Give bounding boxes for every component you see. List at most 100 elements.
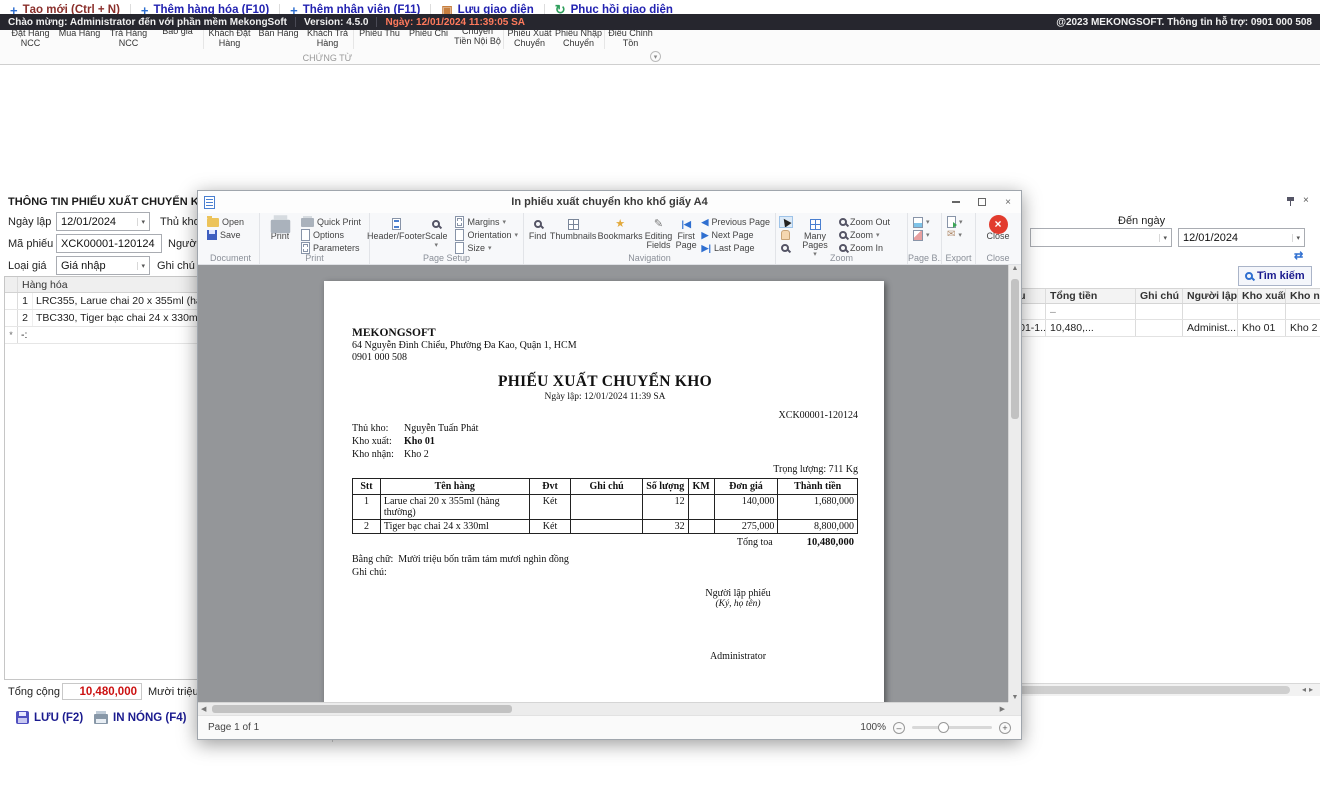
- ngay-lap-input[interactable]: 12/01/2024▾: [56, 212, 150, 231]
- scale-button[interactable]: Scale▾: [421, 216, 451, 249]
- loai-gia-select[interactable]: Giá nhập▾: [56, 256, 150, 275]
- zoom-out-button[interactable]: Zoom Out: [837, 216, 892, 228]
- ma-phieu-input[interactable]: XCK00001-120124: [56, 234, 162, 253]
- grid-cell[interactable]: Administ...: [1182, 320, 1237, 336]
- dialog-maximize-button[interactable]: [975, 195, 989, 209]
- pointer-icon: [780, 216, 791, 227]
- den-ngay-input[interactable]: 12/01/2024▾: [1178, 228, 1305, 247]
- editing-fields-button[interactable]: ✎Editing Fields: [644, 216, 673, 250]
- scrollbar-thumb[interactable]: [212, 705, 512, 713]
- grid-cell[interactable]: 10,480,...: [1045, 320, 1135, 336]
- page-color-button[interactable]: ▾: [911, 216, 938, 228]
- grid-cell[interactable]: [1135, 320, 1182, 336]
- document-title: PHIẾU XUẤT CHUYỂN KHO: [352, 373, 858, 391]
- refresh-grid-icon[interactable]: ⇄: [1294, 249, 1303, 262]
- table-total: Tổng toa10,480,000: [352, 537, 858, 548]
- export-document-button[interactable]: ▾: [945, 216, 972, 228]
- quick-print-button[interactable]: Quick Print: [299, 216, 363, 228]
- first-page-button[interactable]: |◀First Page: [675, 216, 698, 250]
- header-footer-button[interactable]: Header/Footer: [373, 216, 419, 241]
- panel-close-icon[interactable]: ×: [1303, 195, 1309, 206]
- grid-header-cell[interactable]: Kho xuất: [1237, 289, 1285, 303]
- print-button[interactable]: Print: [263, 216, 297, 241]
- print-preview-dialog: In phiếu xuất chuyển kho khổ giấy A4 × O…: [197, 190, 1022, 740]
- email-icon: ✉: [947, 230, 955, 240]
- grid-cell[interactable]: Kho 2: [1285, 320, 1320, 336]
- preview-horizontal-scrollbar[interactable]: ◀ ▶: [198, 702, 1008, 715]
- dialog-titlebar[interactable]: In phiếu xuất chuyển kho khổ giấy A4 ×: [198, 191, 1021, 213]
- dialog-close-button[interactable]: ×: [1001, 195, 1015, 209]
- grid-cell[interactable]: Kho 01: [1237, 320, 1285, 336]
- open-icon: [207, 218, 219, 227]
- scrollbar-corner: [1008, 702, 1021, 715]
- many-pages-button[interactable]: Many Pages▾: [795, 216, 835, 258]
- zoom-out-icon: [839, 218, 847, 226]
- dropdown-icon[interactable]: ▾: [1159, 234, 1167, 242]
- watermark-button[interactable]: ▾: [911, 229, 938, 241]
- next-page-button[interactable]: ▶Next Page: [700, 229, 772, 241]
- minimize-icon: [952, 201, 960, 203]
- toolbar-group-page-background: ▾ ▾ Page B...: [908, 213, 942, 264]
- grid-header-cell[interactable]: Người lập: [1182, 289, 1237, 303]
- scrollbar-thumb[interactable]: [1011, 279, 1019, 419]
- document-code: XCK00001-120124: [352, 410, 858, 421]
- welcome-text: Chào mừng: Administrator đến với phần mề…: [8, 17, 287, 28]
- previous-page-button[interactable]: ◀Previous Page: [700, 216, 772, 228]
- editing-fields-icon: ✎: [654, 219, 663, 230]
- save-record-button[interactable]: LƯU (F2): [16, 711, 83, 724]
- scroll-right-icon[interactable]: ▶: [1000, 705, 1005, 713]
- table-row: 1 Larue chai 20 x 355ml (hàng thường) Ké…: [353, 495, 858, 520]
- zoom-in-button[interactable]: +: [999, 722, 1011, 734]
- zoom-button[interactable]: Zoom▾: [837, 229, 892, 241]
- filter-cell[interactable]: [1135, 304, 1182, 319]
- search-button[interactable]: Tìm kiếm: [1238, 266, 1312, 286]
- tu-ngay-input[interactable]: ▾: [1030, 228, 1172, 247]
- preview-document-area[interactable]: MEKONGSOFT 64 Nguyễn Đình Chiểu, Phường …: [198, 265, 1021, 715]
- dropdown-icon[interactable]: ▾: [137, 218, 145, 226]
- close-preview-button[interactable]: ×Close: [979, 216, 1017, 241]
- print-items-table: Stt Tên hàng Đvt Ghi chú Số lượng KM Đơn…: [352, 478, 858, 534]
- pointer-tool-button[interactable]: [779, 216, 793, 228]
- group-label: Zoom: [776, 253, 907, 263]
- dropdown-icon[interactable]: ▾: [137, 262, 145, 270]
- preview-vertical-scrollbar[interactable]: ▲ ▼: [1008, 265, 1021, 702]
- bookmarks-button[interactable]: ★Bookmarks: [598, 216, 642, 241]
- filter-cell[interactable]: [1237, 304, 1285, 319]
- find-button[interactable]: Find: [527, 216, 548, 241]
- zoom-slider-thumb[interactable]: [938, 722, 949, 733]
- page-color-icon: [913, 217, 923, 228]
- notes-line: Ghi chú:: [352, 567, 858, 578]
- open-button[interactable]: Open: [205, 216, 256, 228]
- zoom-control: 100% – +: [860, 722, 1011, 734]
- signature-block: Người lập phiếu (Ký, họ tên) Administrat…: [648, 588, 828, 662]
- thumbnails-button[interactable]: Thumbnails: [550, 216, 596, 241]
- scroll-up-icon[interactable]: ▲: [1012, 265, 1019, 272]
- grid-header-cell[interactable]: Tổng tiền: [1045, 289, 1135, 303]
- group-label: Document: [202, 253, 259, 263]
- pin-icon[interactable]: [1286, 196, 1295, 207]
- dropdown-icon[interactable]: ▾: [1292, 234, 1300, 242]
- hot-print-button[interactable]: IN NÓNG (F4): [94, 711, 186, 724]
- thumbnails-icon: [568, 219, 579, 230]
- hand-tool-button[interactable]: [779, 229, 793, 241]
- scrollbar-arrows-icon[interactable]: ◂▸: [1302, 685, 1316, 694]
- amount-in-words: Bằng chữ: Mười triệu bốn trăm tám mươi n…: [352, 554, 858, 565]
- grid-header-cell[interactable]: Ghi chú: [1135, 289, 1182, 303]
- orientation-button[interactable]: Orientation▾: [453, 229, 520, 241]
- zoom-slider[interactable]: [912, 726, 992, 729]
- toolbar-group-zoom: Many Pages▾ Zoom Out Zoom▾ Zoom In Zoom: [776, 213, 908, 264]
- margins-button[interactable]: Margins▾: [453, 216, 520, 228]
- save-button[interactable]: Save: [205, 229, 256, 241]
- scroll-left-icon[interactable]: ◀: [201, 705, 206, 713]
- toolbar-group-print: Print Quick Print Options Parameters Pri…: [260, 213, 370, 264]
- dialog-minimize-button[interactable]: [949, 195, 963, 209]
- filter-cell[interactable]: [1182, 304, 1237, 319]
- ribbon-group-expand-icon[interactable]: ▾: [650, 51, 661, 62]
- filter-cell[interactable]: [1285, 304, 1320, 319]
- scroll-down-icon[interactable]: ▼: [1009, 694, 1021, 701]
- filter-cell[interactable]: –: [1045, 304, 1135, 319]
- send-email-button[interactable]: ✉▾: [945, 229, 972, 241]
- options-button[interactable]: Options: [299, 229, 363, 241]
- grid-header-cell[interactable]: Kho nhận: [1285, 289, 1320, 303]
- zoom-out-button[interactable]: –: [893, 722, 905, 734]
